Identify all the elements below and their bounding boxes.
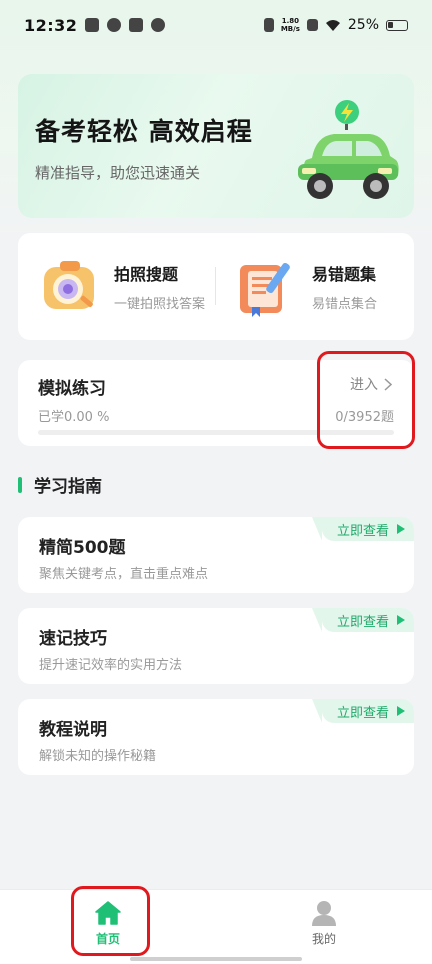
user-icon bbox=[312, 901, 336, 926]
guide-card-tutorial[interactable]: 教程说明 解锁未知的操作秘籍 立即查看 bbox=[18, 699, 414, 775]
mistake-collection-tool[interactable]: 易错题集 易错点集合 bbox=[234, 233, 377, 340]
tools-card: 拍照搜题 一键拍照找答案 易错题集 易错点集合 bbox=[18, 233, 414, 340]
guide-subtitle: 聚焦关键考点，直击重点难点 bbox=[39, 567, 209, 582]
home-indicator bbox=[130, 957, 302, 961]
study-guide-heading: 学习指南 bbox=[18, 472, 102, 497]
network-speed: 1.80 MB/s bbox=[281, 17, 300, 33]
guide-subtitle: 解锁未知的操作秘籍 bbox=[39, 749, 157, 764]
battery-icon bbox=[386, 19, 408, 31]
wifi-icon bbox=[325, 19, 340, 31]
guide-title: 教程说明 bbox=[39, 720, 107, 740]
guide-subtitle: 提升速记效率的实用方法 bbox=[39, 658, 183, 673]
mail-icon bbox=[85, 18, 100, 32]
practice-learned: 已学0.00 % bbox=[38, 410, 110, 425]
battery-percent: 25% bbox=[347, 17, 379, 33]
photo-search-tool[interactable]: 拍照搜题 一键拍照找答案 bbox=[38, 233, 205, 340]
photo-search-text: 拍照搜题 一键拍照找答案 bbox=[114, 261, 205, 312]
mistake-collection-text: 易错题集 易错点集合 bbox=[312, 261, 377, 312]
tools-divider bbox=[215, 267, 216, 305]
bottom-nav: 首页 我的 bbox=[0, 889, 432, 964]
no-sim-icon bbox=[306, 19, 318, 31]
view-now-badge[interactable]: 立即查看 bbox=[312, 699, 414, 723]
mistake-collection-title: 易错题集 bbox=[312, 265, 377, 284]
view-now-badge[interactable]: 立即查看 bbox=[312, 517, 414, 541]
electric-car-icon bbox=[298, 100, 399, 199]
hero-banner: 备考轻松 高效启程 精准指导，助您迅速通关 bbox=[18, 74, 414, 218]
nav-profile-label: 我的 bbox=[311, 932, 336, 946]
view-now-label: 立即查看 bbox=[336, 523, 389, 539]
speed-unit: MB/s bbox=[280, 25, 300, 33]
status-bar: 12:32 1.80 MB/s 25% bbox=[0, 0, 432, 50]
play-arrow-icon bbox=[397, 706, 405, 716]
guide-title: 精简500题 bbox=[39, 538, 126, 558]
guide-card-memory-tips[interactable]: 速记技巧 提升速记效率的实用方法 立即查看 bbox=[18, 608, 414, 684]
photo-search-subtitle: 一键拍照找答案 bbox=[114, 297, 206, 312]
speed-value: 1.80 bbox=[281, 17, 299, 25]
section-accent-bar bbox=[18, 476, 22, 493]
play-arrow-icon bbox=[397, 524, 405, 534]
app-notification-icon bbox=[129, 18, 144, 32]
banner-subtitle: 精准指导，助您迅速通关 bbox=[35, 164, 201, 182]
view-now-label: 立即查看 bbox=[336, 614, 389, 630]
camera-search-icon bbox=[44, 260, 94, 309]
status-left: 12:32 bbox=[24, 15, 166, 35]
banner-title: 备考轻松 高效启程 bbox=[35, 117, 253, 146]
status-right: 1.80 MB/s 25% bbox=[263, 17, 408, 33]
highlight-box-practice bbox=[317, 351, 415, 449]
status-time: 12:32 bbox=[24, 15, 78, 35]
view-now-badge[interactable]: 立即查看 bbox=[312, 608, 414, 632]
photo-search-title: 拍照搜题 bbox=[114, 265, 179, 284]
highlight-box-home bbox=[71, 886, 150, 956]
guide-title: 速记技巧 bbox=[39, 629, 107, 649]
section-title: 学习指南 bbox=[34, 477, 102, 497]
nav-profile[interactable]: 我的 bbox=[294, 900, 354, 947]
wechat-icon bbox=[151, 18, 166, 32]
guide-card-essential-500[interactable]: 精简500题 聚焦关键考点，直击重点难点 立即查看 bbox=[18, 517, 414, 593]
mistake-collection-subtitle: 易错点集合 bbox=[312, 297, 378, 312]
play-arrow-icon bbox=[397, 615, 405, 625]
mistake-book-icon bbox=[240, 262, 290, 317]
vibrate-icon bbox=[263, 18, 274, 32]
check-icon bbox=[107, 18, 122, 32]
view-now-label: 立即查看 bbox=[336, 705, 389, 721]
practice-title: 模拟练习 bbox=[38, 379, 106, 399]
